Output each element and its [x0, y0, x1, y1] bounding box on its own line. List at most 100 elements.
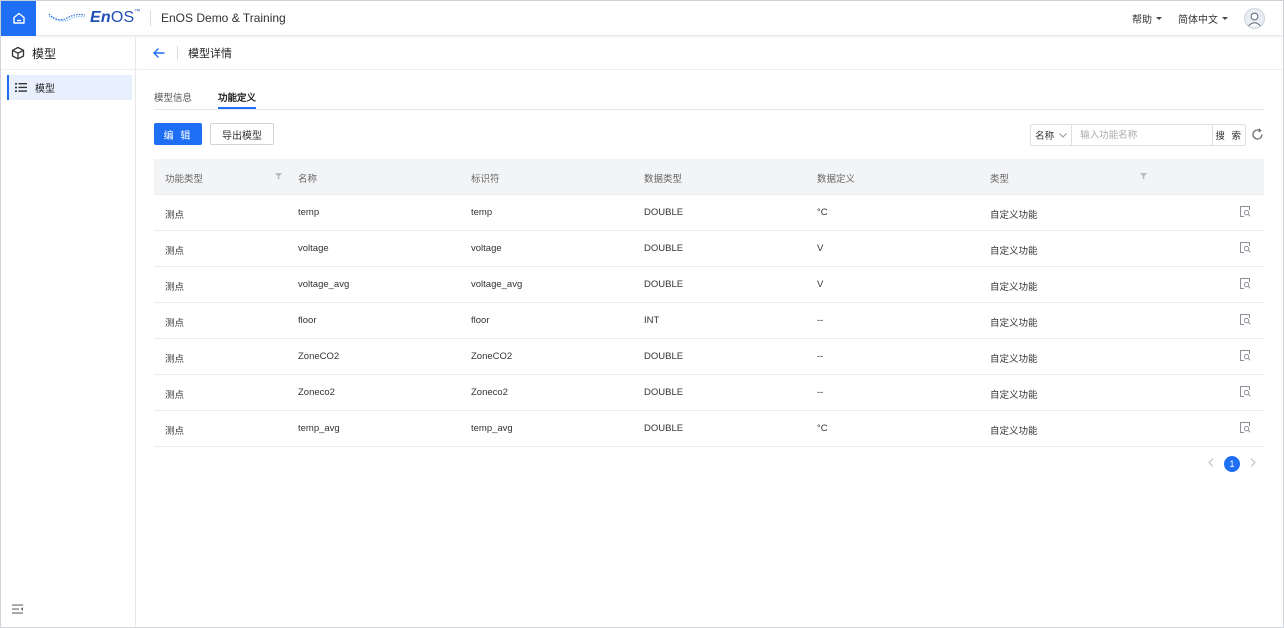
tabs: 模型信息 功能定义: [154, 81, 1264, 110]
table-cell: temp: [471, 207, 493, 218]
table-row: 测点 floor floor INT -- 自定义功能: [154, 303, 1264, 339]
table-cell: °C: [817, 207, 828, 218]
chevron-right-icon: [1250, 458, 1256, 467]
table-row: 测点 temp temp DOUBLE °C 自定义功能: [154, 195, 1264, 231]
table-cell: 测点: [165, 246, 185, 257]
app-title: EnOS Demo & Training: [161, 11, 286, 25]
edit-button[interactable]: 编 辑: [154, 123, 202, 145]
table-row: 测点 voltage voltage DOUBLE V 自定义功能: [154, 231, 1264, 267]
caret-down-icon: [1156, 16, 1162, 20]
table-cell: V: [817, 243, 824, 254]
table-cell: temp_avg: [471, 423, 513, 434]
view-details-icon[interactable]: [1240, 278, 1251, 289]
table-cell: DOUBLE: [644, 351, 684, 362]
top-right-menu: 帮助 简体中文: [1116, 7, 1283, 29]
user-avatar[interactable]: [1244, 7, 1265, 29]
main-content: 模型详情 模型信息 功能定义 编 辑 导出模型 名称 搜 索 功能类型 名称 标…: [137, 37, 1283, 627]
search-input[interactable]: [1072, 125, 1213, 145]
table-cell: 测点: [165, 354, 185, 365]
view-details-icon[interactable]: [1240, 314, 1251, 325]
chevron-left-icon: [1208, 458, 1214, 467]
table-cell: 自定义功能: [990, 318, 1038, 329]
filter-icon[interactable]: [275, 173, 282, 180]
logo-text: EnOS™: [90, 9, 141, 26]
table-cell: 自定义功能: [990, 426, 1038, 437]
tab-function-definition[interactable]: 功能定义: [218, 90, 256, 104]
table-cell: Zoneco2: [471, 387, 508, 398]
column-header: 标识符: [471, 174, 500, 185]
back-button[interactable]: [153, 48, 165, 58]
table-cell: 自定义功能: [990, 390, 1038, 401]
divider: [177, 46, 178, 60]
table-cell: 自定义功能: [990, 354, 1038, 365]
table-cell: DOUBLE: [644, 387, 684, 398]
filter-icon[interactable]: [1140, 173, 1147, 180]
search-field-select[interactable]: 名称: [1031, 125, 1073, 145]
table-cell: 测点: [165, 390, 185, 401]
table-cell: --: [817, 351, 824, 362]
home-icon: [12, 12, 25, 24]
sidebar-item-label: 模型: [35, 84, 55, 95]
table-row: 测点 Zoneco2 Zoneco2 DOUBLE -- 自定义功能: [154, 375, 1264, 411]
table-cell: ZoneCO2: [298, 351, 340, 362]
table-cell: temp: [298, 207, 320, 218]
table-cell: INT: [644, 315, 660, 326]
page-number-button[interactable]: 1: [1224, 456, 1240, 472]
divider: [150, 10, 151, 26]
view-details-icon[interactable]: [1240, 386, 1251, 397]
table-cell: V: [817, 279, 824, 290]
collapse-sidebar-button[interactable]: [12, 603, 24, 617]
list-icon: [15, 83, 27, 92]
user-icon: [1248, 12, 1261, 26]
search-box: 名称 搜 索: [1030, 124, 1246, 146]
table-cell: 自定义功能: [990, 246, 1038, 257]
table-cell: °C: [817, 423, 828, 434]
help-menu[interactable]: 帮助: [1132, 11, 1162, 26]
table-cell: 测点: [165, 426, 185, 437]
arrow-left-icon: [153, 48, 165, 58]
table-cell: temp_avg: [298, 423, 340, 434]
table-cell: voltage_avg: [298, 279, 350, 290]
function-table: 功能类型 名称 标识符 数据类型 数据定义 类型 测点 temp temp DO…: [154, 159, 1264, 447]
view-details-icon[interactable]: [1240, 422, 1251, 433]
column-header: 数据类型: [644, 174, 683, 185]
refresh-icon: [1252, 128, 1263, 140]
caret-down-icon: [1222, 16, 1228, 20]
enos-logo[interactable]: EnOS™: [48, 9, 144, 27]
table-cell: voltage: [471, 243, 502, 254]
next-page-button[interactable]: [1246, 458, 1260, 470]
top-bar: EnOS™ EnOS Demo & Training 帮助 简体中文: [1, 0, 1283, 36]
column-header: 名称: [298, 174, 318, 185]
cube-icon: [11, 46, 25, 60]
view-details-icon[interactable]: [1240, 242, 1251, 253]
search-button[interactable]: 搜 索: [1212, 125, 1245, 145]
column-header: 类型: [990, 174, 1010, 185]
help-label: 帮助: [1132, 14, 1152, 26]
table-row: 测点 voltage_avg voltage_avg DOUBLE V 自定义功…: [154, 267, 1264, 303]
table-cell: Zoneco2: [298, 387, 335, 398]
active-tab-indicator: [218, 107, 256, 109]
collapse-menu-icon: [12, 604, 23, 614]
refresh-button[interactable]: [1251, 128, 1264, 144]
table-header: 功能类型 名称 标识符 数据类型 数据定义 类型: [154, 159, 1264, 195]
table-cell: DOUBLE: [644, 207, 684, 218]
table-cell: 测点: [165, 282, 185, 293]
table-cell: --: [817, 387, 824, 398]
view-details-icon[interactable]: [1240, 206, 1251, 217]
table-cell: floor: [298, 315, 317, 326]
column-header: 功能类型: [165, 174, 204, 185]
table-cell: 自定义功能: [990, 282, 1038, 293]
prev-page-button[interactable]: [1204, 458, 1218, 470]
table-row: 测点 temp_avg temp_avg DOUBLE °C 自定义功能: [154, 411, 1264, 447]
table-cell: ZoneCO2: [471, 351, 513, 362]
chevron-down-icon: [1059, 131, 1067, 140]
home-button[interactable]: [1, 0, 36, 36]
table-cell: 自定义功能: [990, 210, 1038, 221]
view-details-icon[interactable]: [1240, 350, 1251, 361]
export-model-button[interactable]: 导出模型: [210, 123, 274, 145]
page-header: 模型详情: [137, 37, 1283, 70]
sidebar-item-model[interactable]: 模型: [7, 75, 132, 100]
tab-model-info[interactable]: 模型信息: [154, 90, 192, 104]
logo-mark-icon: [48, 13, 86, 22]
language-menu[interactable]: 简体中文: [1178, 11, 1228, 26]
